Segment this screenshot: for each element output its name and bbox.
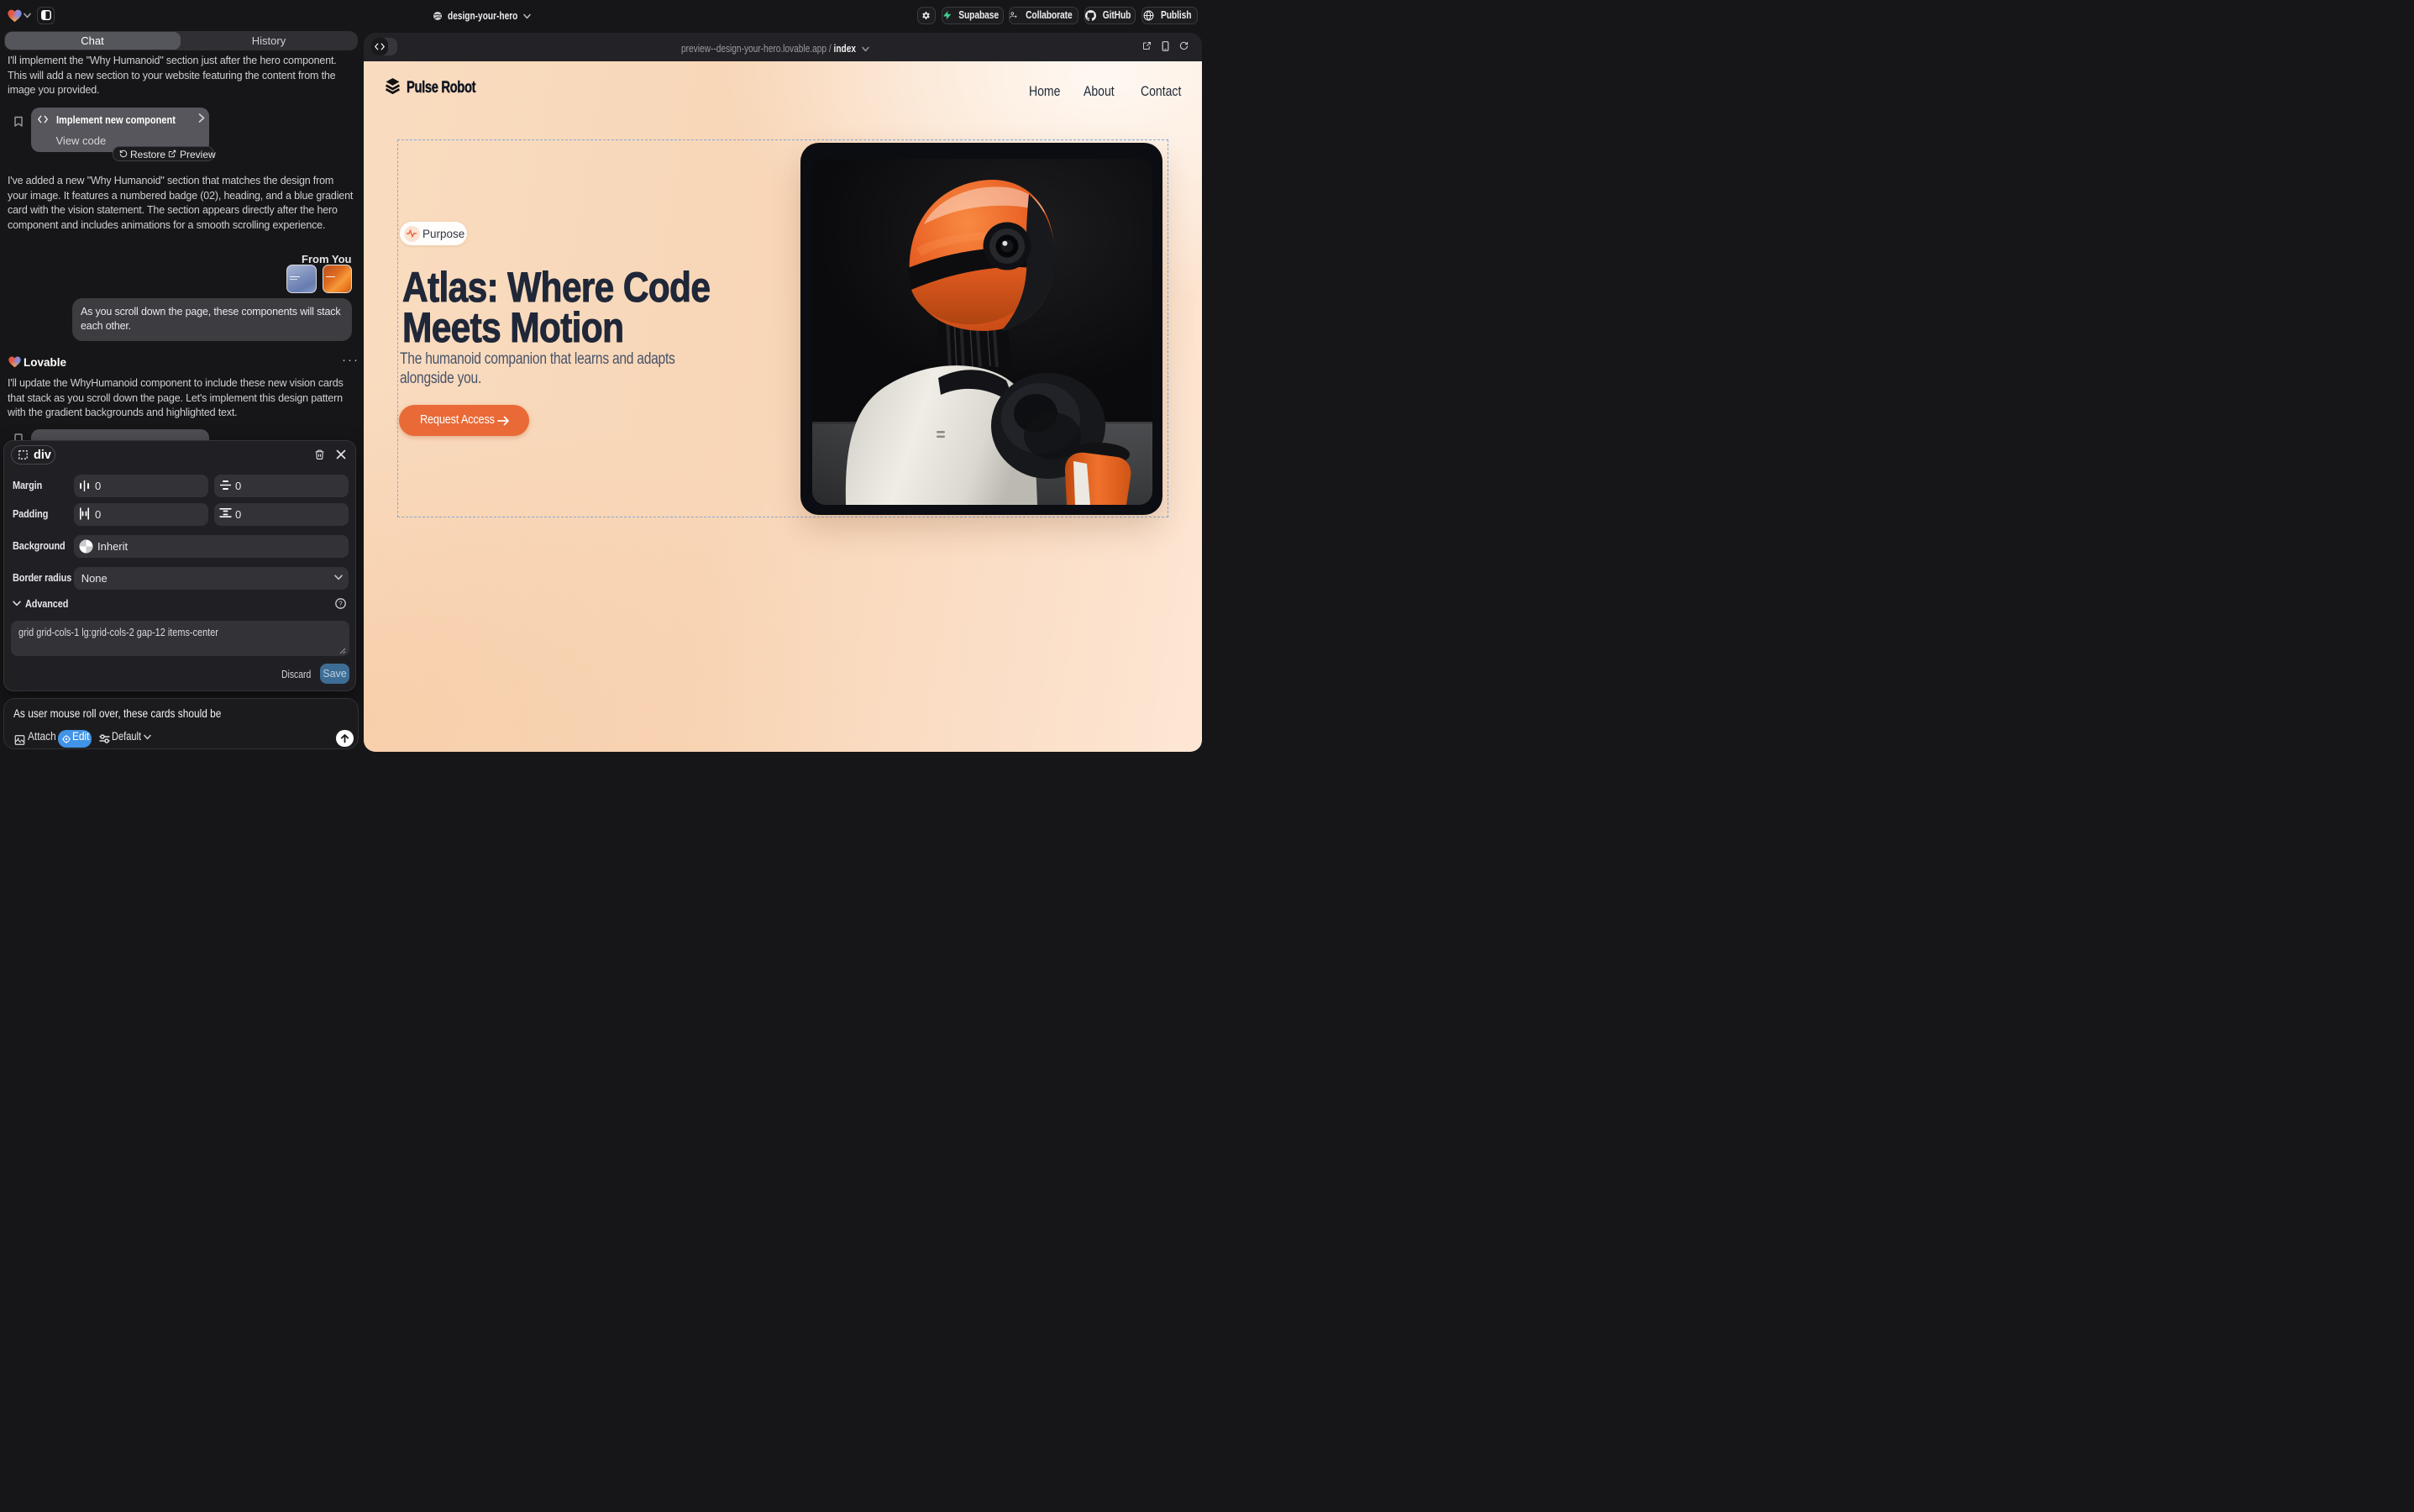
svg-text:?: ? — [338, 600, 343, 607]
